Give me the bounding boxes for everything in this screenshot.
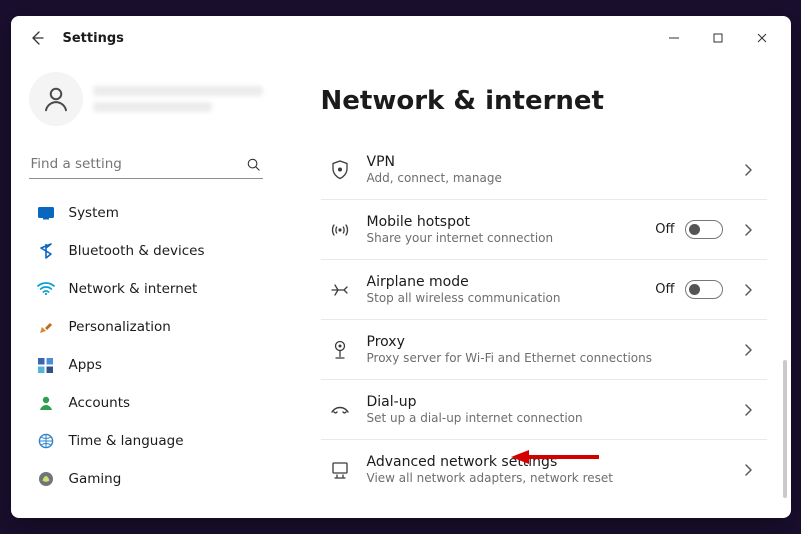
search-box[interactable]	[29, 152, 263, 179]
maximize-button[interactable]	[697, 23, 739, 53]
sidebar-item-label: Bluetooth & devices	[69, 243, 205, 259]
sidebar-item-label: Accounts	[69, 395, 131, 411]
toggle-state: Off	[655, 282, 674, 297]
sidebar-item-label: Time & language	[69, 433, 184, 449]
setting-text: Mobile hotspot Share your internet conne…	[367, 214, 640, 245]
setting-title: Proxy	[367, 334, 723, 350]
setting-subtitle: Add, connect, manage	[367, 171, 723, 185]
sidebar-item-label: Network & internet	[69, 281, 198, 297]
hotspot-toggle[interactable]	[685, 220, 723, 239]
window-title: Settings	[63, 31, 124, 46]
toggle-group: Off	[655, 280, 722, 299]
setting-title: Mobile hotspot	[367, 214, 640, 230]
setting-title: VPN	[367, 154, 723, 170]
profile[interactable]	[27, 60, 265, 144]
search-icon	[246, 157, 261, 172]
accounts-icon	[37, 394, 55, 412]
airplane-toggle[interactable]	[685, 280, 723, 299]
sidebar-item-accounts[interactable]: Accounts	[27, 385, 265, 421]
chevron-right-icon	[739, 163, 759, 177]
setting-text: VPN Add, connect, manage	[367, 154, 723, 185]
sidebar-item-label: Personalization	[69, 319, 171, 335]
personalization-icon	[37, 318, 55, 336]
sidebar: System Bluetooth & devices Network & int…	[11, 60, 281, 518]
search-input[interactable]	[31, 156, 246, 172]
hotspot-icon	[329, 219, 351, 241]
setting-text: Airplane mode Stop all wireless communic…	[367, 274, 640, 305]
sidebar-item-accessibility[interactable]: Accessibility	[27, 499, 265, 502]
close-button[interactable]	[741, 23, 783, 53]
titlebar: Settings	[11, 16, 791, 60]
sidebar-item-bluetooth[interactable]: Bluetooth & devices	[27, 233, 265, 269]
dialup-icon	[329, 399, 351, 421]
setting-title: Airplane mode	[367, 274, 640, 290]
sidebar-item-time-language[interactable]: Time & language	[27, 423, 265, 459]
sidebar-item-label: Apps	[69, 357, 102, 373]
content: System Bluetooth & devices Network & int…	[11, 60, 791, 518]
setting-subtitle: View all network adapters, network reset	[367, 471, 723, 485]
toggle-group: Off	[655, 220, 722, 239]
chevron-right-icon	[739, 283, 759, 297]
main-panel: Network & internet VPN Add, connect, man…	[281, 60, 791, 518]
sidebar-item-personalization[interactable]: Personalization	[27, 309, 265, 345]
sidebar-item-label: System	[69, 205, 119, 221]
proxy-icon	[329, 339, 351, 361]
main-scrollbar[interactable]	[783, 360, 787, 498]
setting-mobile-hotspot[interactable]: Mobile hotspot Share your internet conne…	[321, 199, 767, 259]
back-button[interactable]	[25, 26, 49, 50]
sidebar-item-apps[interactable]: Apps	[27, 347, 265, 383]
toggle-state: Off	[655, 222, 674, 237]
setting-subtitle: Proxy server for Wi-Fi and Ethernet conn…	[367, 351, 723, 365]
chevron-right-icon	[739, 343, 759, 357]
setting-text: Proxy Proxy server for Wi-Fi and Etherne…	[367, 334, 723, 365]
chevron-right-icon	[739, 463, 759, 477]
system-icon	[37, 204, 55, 222]
airplane-icon	[329, 279, 351, 301]
sidebar-item-gaming[interactable]: Gaming	[27, 461, 265, 497]
nav: System Bluetooth & devices Network & int…	[27, 195, 265, 502]
shield-icon	[329, 159, 351, 181]
gaming-icon	[37, 470, 55, 488]
setting-title: Advanced network settings	[367, 454, 723, 470]
setting-text: Advanced network settings View all netwo…	[367, 454, 723, 485]
setting-dialup[interactable]: Dial-up Set up a dial-up internet connec…	[321, 379, 767, 439]
globe-icon	[37, 432, 55, 450]
setting-subtitle: Stop all wireless communication	[367, 291, 640, 305]
page-title: Network & internet	[321, 86, 767, 116]
setting-title: Dial-up	[367, 394, 723, 410]
chevron-right-icon	[739, 403, 759, 417]
setting-subtitle: Share your internet connection	[367, 231, 640, 245]
chevron-right-icon	[739, 223, 759, 237]
setting-text: Dial-up Set up a dial-up internet connec…	[367, 394, 723, 425]
apps-icon	[37, 356, 55, 374]
minimize-button[interactable]	[653, 23, 695, 53]
sidebar-item-network[interactable]: Network & internet	[27, 271, 265, 307]
wifi-icon	[37, 280, 55, 298]
advanced-network-icon	[329, 459, 351, 481]
profile-name-placeholder	[93, 86, 263, 112]
sidebar-item-label: Gaming	[69, 471, 122, 487]
setting-proxy[interactable]: Proxy Proxy server for Wi-Fi and Etherne…	[321, 319, 767, 379]
window-controls	[653, 23, 783, 53]
bluetooth-icon	[37, 242, 55, 260]
setting-advanced-network[interactable]: Advanced network settings View all netwo…	[321, 439, 767, 499]
avatar	[29, 72, 83, 126]
settings-window: Settings Syste	[11, 16, 791, 518]
setting-subtitle: Set up a dial-up internet connection	[367, 411, 723, 425]
sidebar-item-system[interactable]: System	[27, 195, 265, 231]
setting-vpn[interactable]: VPN Add, connect, manage	[321, 140, 767, 199]
setting-airplane-mode[interactable]: Airplane mode Stop all wireless communic…	[321, 259, 767, 319]
